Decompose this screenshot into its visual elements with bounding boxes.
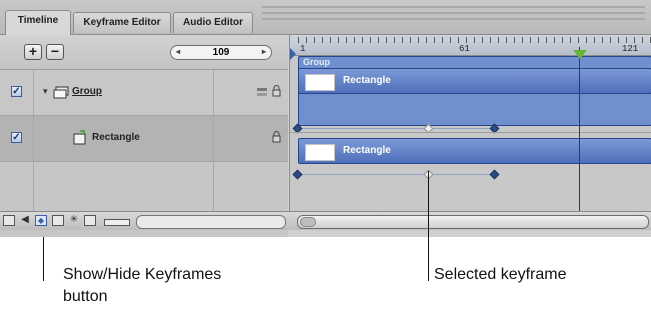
- lock-column: [213, 162, 289, 211]
- clip-view-icon[interactable]: [52, 215, 64, 226]
- ruler-label: 121: [622, 44, 639, 54]
- callout-selected-keyframe: Selected keyframe: [434, 266, 567, 283]
- timeline-footer-bar: ◀ ◆ ✳: [0, 211, 651, 230]
- masks-icon[interactable]: [84, 215, 96, 226]
- rectangle-track-bar[interactable]: Rectangle: [298, 138, 651, 164]
- keyframe-line: [296, 174, 496, 175]
- lock-icon[interactable]: [272, 131, 281, 143]
- layer-row-rectangle[interactable]: ✓ Rectangle: [0, 116, 288, 162]
- scrollbar-thumb[interactable]: [300, 217, 316, 227]
- timeline-track-area[interactable]: 1 61 121 Group Rectangle Rectangle: [289, 35, 651, 211]
- empty-layer-area: [0, 162, 288, 211]
- tab-timeline[interactable]: Timeline: [5, 10, 71, 35]
- cached-icon: [257, 88, 267, 96]
- rectangle-track-bar[interactable]: Rectangle: [298, 68, 651, 94]
- callout-line: [428, 171, 429, 281]
- keyframe[interactable]: [489, 169, 500, 180]
- show-hide-keyframes-icon[interactable]: ◆: [35, 215, 47, 226]
- layer-name-group[interactable]: Group: [72, 86, 102, 97]
- visibility-column: ✓: [0, 116, 34, 161]
- callout-line: [43, 237, 44, 281]
- ruler-label: 1: [300, 44, 306, 54]
- toolbar-stripe: [262, 6, 645, 8]
- toolbar-stripe: [262, 12, 645, 14]
- lock-icon[interactable]: [272, 85, 281, 97]
- keyframe[interactable]: [292, 169, 303, 180]
- rectangle-thumbnail: [305, 144, 335, 161]
- visibility-column: [0, 162, 34, 211]
- layer-row-group[interactable]: ✓ ▾ Group: [0, 70, 288, 116]
- ruler-label: 61: [459, 44, 470, 54]
- tab-keyframe-editor[interactable]: Keyframe Editor: [73, 12, 171, 33]
- group-track-label: Group: [303, 57, 330, 67]
- ruler-ticks: [298, 37, 651, 43]
- track-bar-label: Rectangle: [343, 75, 391, 86]
- current-frame-field[interactable]: ◂ 109 ▸: [170, 45, 272, 60]
- rectangle-thumbnail: [305, 74, 335, 91]
- callout-show-hide-keyframes: Show/Hide Keyframes button: [63, 266, 222, 305]
- filter-icon[interactable]: ✳: [68, 215, 80, 226]
- layer-controls-row: + − ◂ 109 ▸: [0, 35, 288, 70]
- add-layer-button[interactable]: +: [24, 44, 42, 60]
- track-separator: [290, 132, 651, 133]
- disclosure-triangle-icon[interactable]: ▾: [43, 86, 48, 97]
- tab-bar: Timeline Keyframe Editor Audio Editor: [0, 0, 651, 35]
- zoom-slider[interactable]: [136, 215, 286, 229]
- track-size-icon[interactable]: [104, 219, 130, 226]
- shape-layer-icon: [73, 130, 86, 145]
- lock-column: [213, 116, 289, 161]
- motion-timeline-window: Timeline Keyframe Editor Audio Editor + …: [0, 0, 651, 237]
- track-bar-label: Rectangle: [343, 145, 391, 156]
- layers-panel: + − ◂ 109 ▸ ✓ ▾ Group ✓ Rectangle: [0, 35, 288, 237]
- lock-column: [213, 70, 289, 115]
- frame-increment-icon[interactable]: ▸: [262, 47, 266, 56]
- visibility-column: ✓: [0, 70, 34, 115]
- timeline-scrollbar[interactable]: [297, 215, 649, 229]
- layers-view-icon[interactable]: [3, 215, 15, 226]
- play-range-start-icon[interactable]: [290, 48, 296, 60]
- toolbar-stripe: [262, 18, 645, 20]
- playhead[interactable]: [579, 47, 580, 211]
- playhead-marker-icon[interactable]: [573, 50, 587, 59]
- current-frame-value: 109: [212, 47, 230, 58]
- keyframe-line: [296, 128, 496, 129]
- group-icon: [53, 86, 69, 99]
- layer-visibility-checkbox[interactable]: ✓: [11, 86, 22, 97]
- layer-name-rectangle[interactable]: Rectangle: [92, 132, 140, 143]
- audio-icon[interactable]: ◀: [19, 215, 31, 226]
- tab-audio-editor[interactable]: Audio Editor: [173, 12, 253, 33]
- layer-visibility-checkbox[interactable]: ✓: [11, 132, 22, 143]
- timeline-ruler[interactable]: 1 61 121: [290, 35, 651, 56]
- remove-layer-button[interactable]: −: [46, 44, 64, 60]
